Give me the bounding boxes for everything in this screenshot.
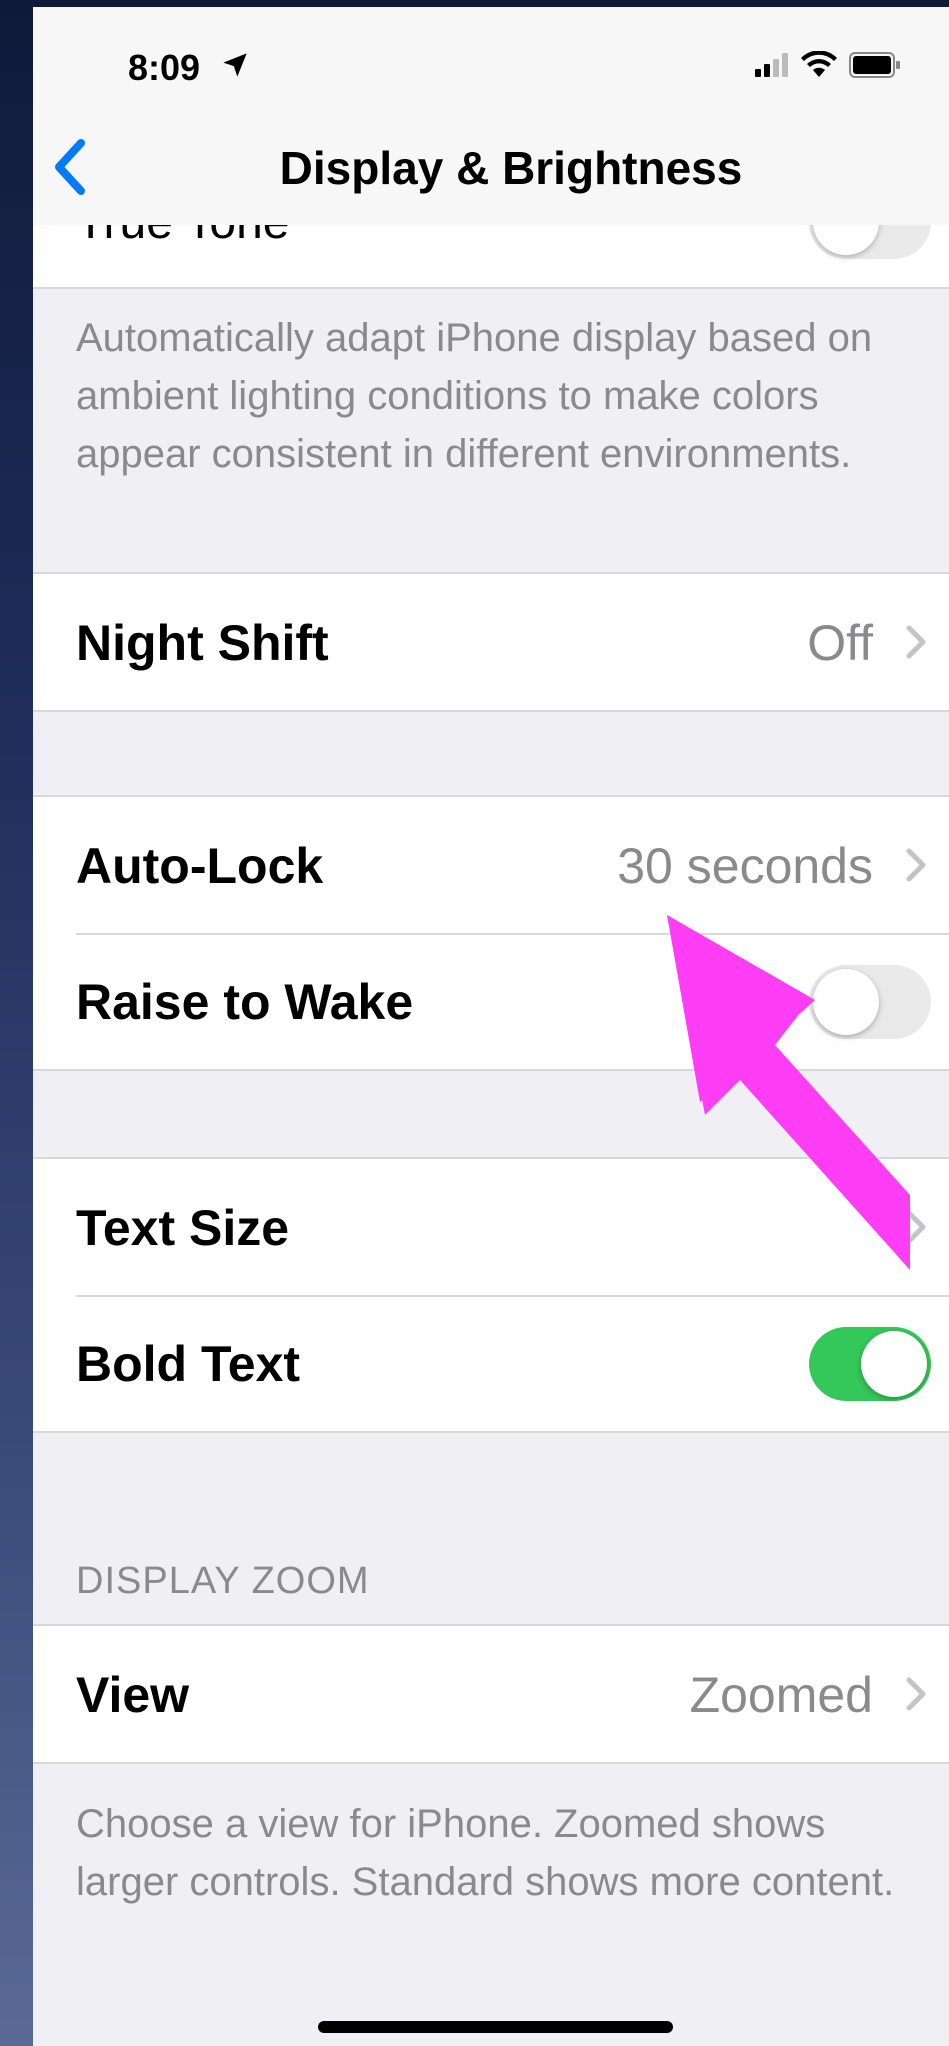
home-indicator [318, 2021, 673, 2033]
bold-text-toggle[interactable] [809, 1327, 931, 1401]
status-bar: 8:09 [33, 7, 949, 117]
display-zoom-group: View Zoomed [33, 1624, 949, 1764]
raise-to-wake-toggle[interactable] [809, 965, 931, 1039]
chevron-right-icon [906, 848, 926, 882]
chevron-right-icon [906, 1677, 926, 1711]
wifi-icon [801, 51, 837, 77]
night-shift-group: Night Shift Off [33, 572, 949, 712]
display-zoom-header: DISPLAY ZOOM [76, 1560, 370, 1602]
status-icons [755, 51, 901, 79]
navigation-bar: Display & Brightness [33, 117, 949, 227]
auto-lock-row[interactable]: Auto-Lock 30 seconds [33, 797, 949, 933]
raise-to-wake-row: Raise to Wake [33, 933, 949, 1069]
true-tone-toggle[interactable] [809, 225, 931, 259]
bold-text-label: Bold Text [76, 1336, 301, 1392]
toggle-knob [861, 1331, 927, 1397]
display-zoom-footer: Choose a view for iPhone. Zoomed shows l… [76, 1802, 895, 1904]
text-group: Text Size Bold Text [33, 1157, 949, 1433]
phone-screen: 8:09 Display & Brightness Automatically … [33, 7, 949, 2046]
true-tone-footer: Automatically adapt iPhone display based… [76, 316, 873, 476]
lock-group: Auto-Lock 30 seconds Raise to Wake [33, 795, 949, 1071]
true-tone-label: True Tone [76, 225, 289, 250]
bold-text-row: Bold Text [33, 1295, 949, 1431]
text-size-label: Text Size [76, 1200, 290, 1256]
true-tone-row[interactable]: True Tone [33, 225, 949, 289]
chevron-right-icon [906, 625, 926, 659]
status-time: 8:09 [128, 47, 201, 88]
night-shift-value: Off [807, 615, 873, 671]
cellular-signal-icon [755, 53, 788, 77]
view-row[interactable]: View Zoomed [33, 1626, 949, 1762]
view-value: Zoomed [689, 1667, 873, 1723]
auto-lock-label: Auto-Lock [76, 838, 324, 894]
battery-icon [849, 52, 900, 78]
page-title: Display & Brightness [279, 142, 743, 194]
toggle-knob [813, 969, 879, 1035]
text-size-row[interactable]: Text Size [33, 1159, 949, 1295]
location-arrow-icon [223, 53, 247, 77]
raise-to-wake-label: Raise to Wake [76, 974, 414, 1030]
view-label: View [76, 1667, 190, 1723]
chevron-right-icon [906, 1210, 926, 1244]
night-shift-row[interactable]: Night Shift Off [33, 574, 949, 710]
night-shift-label: Night Shift [76, 615, 329, 671]
auto-lock-value: 30 seconds [617, 838, 873, 894]
